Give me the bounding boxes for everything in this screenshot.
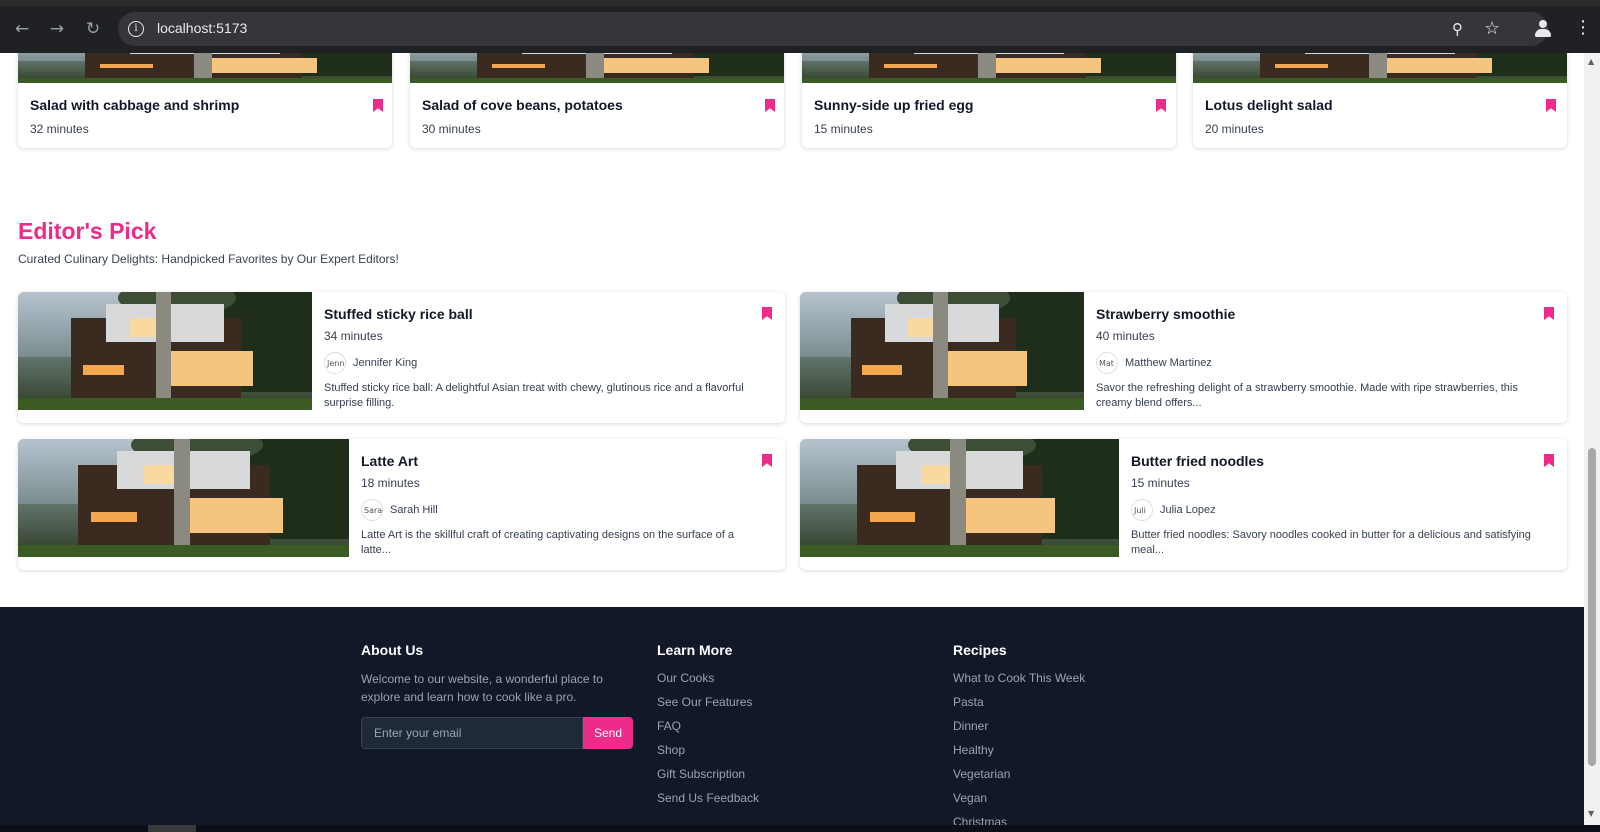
footer-link-vegetarian[interactable]: Vegetarian — [953, 767, 1010, 781]
bookmark-icon[interactable] — [373, 99, 383, 112]
recipe-image — [18, 439, 349, 557]
scroll-down-arrow-icon[interactable]: ▼ — [1588, 809, 1594, 818]
bookmark-icon[interactable] — [762, 454, 772, 467]
footer-about-text: Welcome to our website, a wonderful plac… — [361, 672, 603, 686]
avatar: Juli — [1131, 499, 1153, 521]
editors-pick-card[interactable]: Strawberry smoothie 40 minutes Mat Matth… — [800, 292, 1567, 423]
avatar: Jenn — [324, 352, 346, 374]
bottom-bar — [0, 825, 1600, 832]
reload-icon[interactable]: ↻ — [81, 17, 105, 41]
recipe-card[interactable]: Salad with cabbage and shrimp 32 minutes — [18, 53, 392, 148]
send-button[interactable]: Send — [583, 717, 633, 749]
footer-link-vegan[interactable]: Vegan — [953, 791, 987, 805]
page-content: Salad with cabbage and shrimp 32 minutes… — [0, 53, 1584, 825]
recipe-image — [410, 53, 784, 83]
recipe-card[interactable]: Sunny-side up fried egg 15 minutes — [802, 53, 1176, 148]
bookmark-icon[interactable] — [1544, 454, 1554, 467]
recipe-time: 15 minutes — [1131, 476, 1190, 490]
recipe-time: 34 minutes — [324, 329, 383, 343]
recipe-description: Savor the refreshing delight of a strawb… — [1096, 382, 1518, 409]
bookmark-icon[interactable] — [762, 307, 772, 320]
recipe-title[interactable]: Stuffed sticky rice ball — [324, 306, 473, 322]
author-name[interactable]: Jennifer King — [353, 357, 417, 369]
recipe-time: 30 minutes — [422, 122, 481, 136]
footer-link-pasta[interactable]: Pasta — [953, 695, 984, 709]
profile-icon[interactable] — [1533, 18, 1553, 38]
footer-link-our-cooks[interactable]: Our Cooks — [657, 671, 714, 685]
section-subtitle: Curated Culinary Delights: Handpicked Fa… — [18, 252, 399, 266]
recipe-title[interactable]: Strawberry smoothie — [1096, 306, 1235, 322]
recipe-description: Stuffed sticky rice ball: A delightful A… — [324, 382, 744, 409]
recipe-time: 32 minutes — [30, 122, 89, 136]
recipe-time: 20 minutes — [1205, 122, 1264, 136]
avatar: Sara — [361, 499, 383, 521]
footer-link-feedback[interactable]: Send Us Feedback — [657, 791, 759, 805]
author-name[interactable]: Matthew Martinez — [1125, 357, 1212, 369]
footer-link-faq[interactable]: FAQ — [657, 719, 681, 733]
address-bar[interactable]: i localhost:5173 ⚲ ☆ — [118, 12, 1548, 46]
zoom-icon[interactable]: ⚲ — [1452, 20, 1463, 38]
footer-about-text: explore and learn how to cook like a pro… — [361, 690, 577, 704]
recipe-description: Latte Art is the skillful craft of creat… — [361, 529, 734, 556]
recipe-card[interactable]: Lotus delight salad 20 minutes — [1193, 53, 1567, 148]
scroll-up-arrow-icon[interactable]: ▲ — [1588, 57, 1594, 66]
bookmark-icon[interactable] — [1546, 99, 1556, 112]
recipe-image — [802, 53, 1176, 83]
forward-icon[interactable]: → — [45, 17, 69, 41]
footer-link-features[interactable]: See Our Features — [657, 695, 752, 709]
footer-about-title: About Us — [361, 642, 424, 658]
author-name[interactable]: Sarah Hill — [390, 504, 438, 516]
recipe-title[interactable]: Salad with cabbage and shrimp — [30, 97, 239, 113]
footer-link-healthy[interactable]: Healthy — [953, 743, 994, 757]
recipe-image — [800, 439, 1119, 557]
browser-menu-icon[interactable]: ⋮ — [1574, 16, 1592, 40]
recipe-card[interactable]: Salad of cove beans, potatoes 30 minutes — [410, 53, 784, 148]
bookmark-icon[interactable] — [1544, 307, 1554, 320]
footer-link-dinner[interactable]: Dinner — [953, 719, 988, 733]
recipe-image — [800, 292, 1084, 410]
avatar: Mat — [1096, 352, 1118, 374]
footer-link-gift[interactable]: Gift Subscription — [657, 767, 745, 781]
author-name[interactable]: Julia Lopez — [1160, 504, 1216, 516]
back-icon[interactable]: ← — [10, 17, 34, 41]
recipe-image — [1193, 53, 1567, 83]
footer-learn-more-title: Learn More — [657, 642, 733, 658]
recipe-title[interactable]: Latte Art — [361, 453, 418, 469]
recipe-image — [18, 292, 312, 410]
recipe-title[interactable]: Salad of cove beans, potatoes — [422, 97, 623, 113]
editors-pick-card[interactable]: Butter fried noodles 15 minutes Juli Jul… — [800, 439, 1567, 570]
email-input[interactable] — [361, 717, 583, 749]
url-text[interactable]: localhost:5173 — [157, 20, 247, 36]
tab-strip — [0, 0, 1600, 6]
site-footer: About Us Welcome to our website, a wonde… — [0, 607, 1584, 825]
browser-toolbar: ← → ↻ i localhost:5173 ⚲ ☆ ⋮ — [0, 0, 1600, 53]
editors-pick-card[interactable]: Latte Art 18 minutes Sara Sarah Hill Lat… — [18, 439, 785, 570]
bookmark-icon[interactable] — [765, 99, 775, 112]
recipe-title[interactable]: Lotus delight salad — [1205, 97, 1333, 113]
bookmark-star-icon[interactable]: ☆ — [1484, 18, 1500, 39]
footer-link-cook-this-week[interactable]: What to Cook This Week — [953, 671, 1085, 685]
scrollbar-thumb[interactable] — [1588, 448, 1596, 766]
footer-recipes-title: Recipes — [953, 642, 1007, 658]
footer-link-christmas[interactable]: Christmas — [953, 815, 1007, 825]
bookmark-icon[interactable] — [1156, 99, 1166, 112]
recipe-time: 15 minutes — [814, 122, 873, 136]
recipe-time: 18 minutes — [361, 476, 420, 490]
section-title: Editor's Pick — [18, 218, 157, 244]
recipe-description: Butter fried noodles: Savory noodles coo… — [1131, 529, 1531, 556]
site-info-icon[interactable]: i — [128, 21, 144, 37]
page-scrollbar[interactable]: ▲ ▼ — [1584, 53, 1600, 825]
recipe-title[interactable]: Sunny-side up fried egg — [814, 97, 973, 113]
footer-link-shop[interactable]: Shop — [657, 743, 685, 757]
recipe-title[interactable]: Butter fried noodles — [1131, 453, 1264, 469]
editors-pick-card[interactable]: Stuffed sticky rice ball 34 minutes Jenn… — [18, 292, 785, 423]
recipe-image — [18, 53, 392, 83]
recipe-time: 40 minutes — [1096, 329, 1155, 343]
